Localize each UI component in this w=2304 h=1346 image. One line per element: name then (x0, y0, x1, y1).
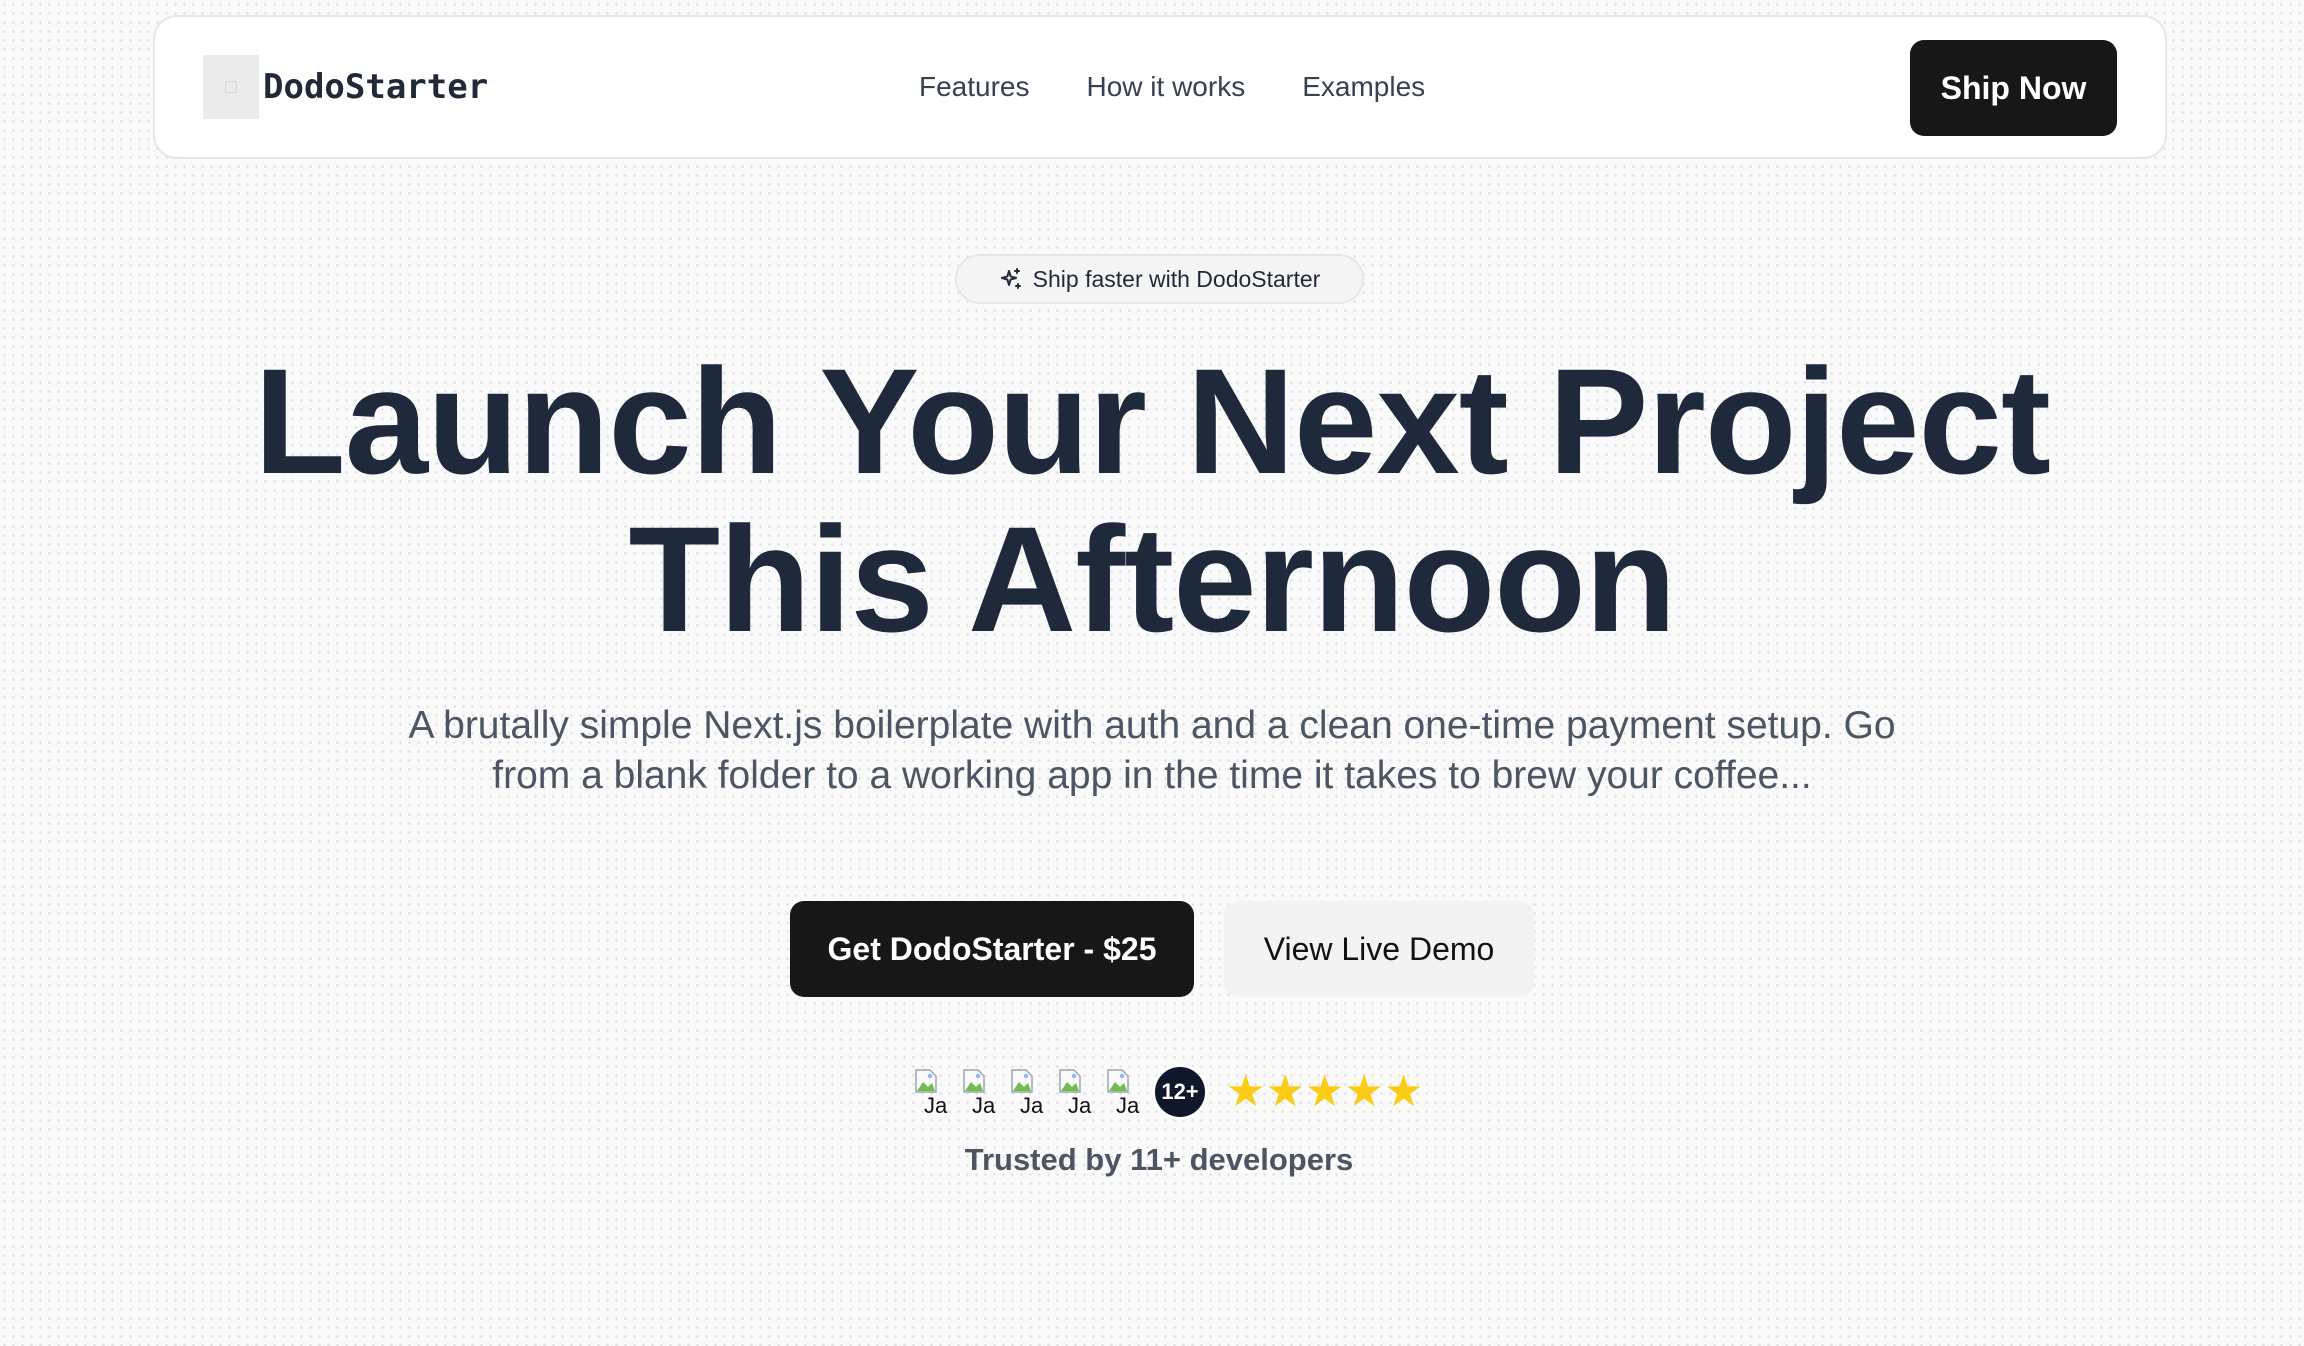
user-count-badge: 12+ (1152, 1064, 1208, 1120)
hero-badge: Ship faster with DodoStarter (955, 254, 1364, 304)
cta-row: Get DodoStarter - $25 View Live Demo (790, 901, 1534, 997)
sparkles-icon (999, 267, 1023, 291)
star-rating: ★ ★ ★ ★ ★ (1226, 1064, 1423, 1120)
trusted-by-text: Trusted by 11+ developers (964, 1142, 1354, 1177)
brand-logo-icon (203, 55, 259, 119)
broken-image-icon (1011, 1069, 1033, 1093)
avatar: Ja (1056, 1064, 1100, 1120)
hero-subtext: A brutally simple Next.js boilerplate wi… (408, 704, 1896, 797)
avatar: Ja (1008, 1064, 1052, 1120)
hero-headline-line-2: This Afternoon (628, 495, 1677, 663)
broken-image-icon (1059, 1069, 1081, 1093)
star-icon: ★ (1265, 1066, 1305, 1117)
avatar-group: Ja Ja Ja Ja Ja 12+ (912, 1064, 1208, 1120)
avatar-alt-text: Ja (972, 1093, 996, 1118)
view-live-demo-button[interactable]: View Live Demo (1224, 901, 1534, 997)
hero-badge-text: Ship faster with DodoStarter (1032, 265, 1321, 292)
social-proof: Ja Ja Ja Ja Ja 12+ ★ ★ ★ ★ ★ (912, 1062, 1423, 1122)
nav-link-examples[interactable]: Examples (1302, 71, 1425, 103)
avatar: Ja (912, 1064, 956, 1120)
star-icon: ★ (1344, 1066, 1384, 1117)
avatar: Ja (960, 1064, 1004, 1120)
broken-image-icon (1107, 1069, 1129, 1093)
navbar: DodoStarter Features How it works Exampl… (153, 15, 2167, 159)
broken-image-icon (963, 1069, 985, 1093)
avatar-alt-text: Ja (1020, 1093, 1044, 1118)
star-icon: ★ (1226, 1066, 1266, 1117)
brand[interactable]: DodoStarter (203, 55, 488, 119)
avatar: Ja (1104, 1064, 1148, 1120)
nav-link-how-it-works[interactable]: How it works (1087, 71, 1246, 103)
broken-image-icon (915, 1069, 937, 1093)
hero-headline: Launch Your Next Project This Afternoon (0, 342, 2304, 658)
nav-link-features[interactable]: Features (919, 71, 1030, 103)
star-icon: ★ (1383, 1066, 1424, 1117)
star-icon: ★ (1304, 1066, 1345, 1117)
avatar-alt-text: Ja (924, 1093, 948, 1118)
avatar-alt-text: Ja (1068, 1093, 1092, 1118)
hero-headline-line-1: Launch Your Next Project (254, 337, 2051, 505)
nav-links: Features How it works Examples (919, 17, 1425, 157)
get-dodostarter-button[interactable]: Get DodoStarter - $25 (790, 901, 1194, 997)
brand-name: DodoStarter (263, 67, 489, 107)
avatar-alt-text: Ja (1116, 1093, 1140, 1118)
ship-now-button[interactable]: Ship Now (1910, 40, 2117, 136)
